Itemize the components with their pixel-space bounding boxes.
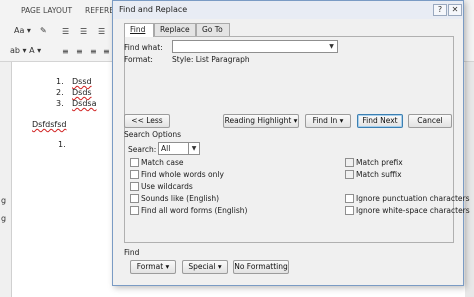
find-what-label: Find what: — [124, 43, 163, 52]
find-what-input[interactable]: ▼ — [172, 40, 338, 53]
tab-replace[interactable]: Replace — [154, 23, 196, 36]
whole-words-checkbox[interactable] — [130, 170, 139, 179]
align-left-icon[interactable]: ≡ — [62, 47, 69, 56]
ruler-glyph: g — [1, 196, 7, 205]
dialog-titlebar[interactable]: Find and Replace ? ✕ — [113, 1, 463, 19]
clear-format-icon[interactable]: ✎ — [40, 26, 47, 35]
ribbon-tab-page-layout[interactable]: PAGE LAYOUT — [21, 6, 72, 15]
document-paragraph[interactable]: Dsfdsfsd — [32, 120, 66, 129]
highlight-icon[interactable]: ab ▾ A ▾ — [10, 46, 41, 55]
search-direction-value: All — [161, 144, 171, 153]
tab-find-label: Find — [130, 25, 146, 34]
list-number: 3. — [56, 99, 64, 108]
justify-icon[interactable]: ≡ — [103, 47, 110, 56]
font-case-icon[interactable]: Aa ▾ — [14, 26, 31, 35]
format-label: Format: — [124, 55, 153, 64]
bullets-icon[interactable]: ☰ — [62, 27, 69, 36]
dialog-title: Find and Replace — [119, 5, 188, 14]
find-section-title: Find — [124, 248, 140, 257]
list-item[interactable]: 3. Dsdsa — [56, 98, 96, 109]
format-value: Style: List Paragraph — [172, 55, 250, 64]
word-forms-label: Find all word forms (English) — [141, 206, 248, 215]
tab-find[interactable]: Find — [124, 23, 154, 37]
list-item[interactable]: 1. Dssd — [56, 76, 96, 87]
tab-goto-label: Go To — [202, 25, 223, 34]
no-formatting-button[interactable]: No Formatting — [233, 260, 289, 274]
empty-list-number[interactable]: 1. — [58, 140, 66, 149]
chevron-down-icon[interactable]: ▼ — [188, 143, 199, 154]
match-suffix-label: Match suffix — [356, 170, 402, 179]
match-suffix-checkbox[interactable] — [345, 170, 354, 179]
cancel-button[interactable]: Cancel — [408, 114, 452, 128]
match-prefix-checkbox[interactable] — [345, 158, 354, 167]
ruler-glyph: g — [1, 214, 7, 223]
special-button[interactable]: Special ▾ — [182, 260, 228, 274]
close-button[interactable]: ✕ — [448, 4, 462, 16]
list-number: 1. — [56, 77, 64, 86]
vertical-ruler: g g — [0, 62, 12, 297]
ignore-whitespace-checkbox[interactable] — [345, 206, 354, 215]
use-wildcards-checkbox[interactable] — [130, 182, 139, 191]
help-button[interactable]: ? — [433, 4, 447, 16]
match-case-checkbox[interactable] — [130, 158, 139, 167]
align-right-icon[interactable]: ≡ — [90, 47, 97, 56]
ignore-punctuation-label: Ignore punctuation characters — [356, 194, 470, 203]
word-forms-checkbox[interactable] — [130, 206, 139, 215]
match-prefix-label: Match prefix — [356, 158, 403, 167]
list-text: Dsdsa — [72, 99, 97, 108]
ignore-whitespace-label: Ignore white-space characters — [356, 206, 470, 215]
search-direction-select[interactable]: All ▼ — [158, 142, 200, 155]
find-in-button[interactable]: Find In ▾ — [305, 114, 351, 128]
sounds-like-checkbox[interactable] — [130, 194, 139, 203]
chevron-down-icon[interactable]: ▼ — [326, 41, 337, 52]
ignore-punctuation-checkbox[interactable] — [345, 194, 354, 203]
align-center-icon[interactable]: ≡ — [76, 47, 83, 56]
sounds-like-label: Sounds like (English) — [141, 194, 220, 203]
tab-goto[interactable]: Go To — [196, 23, 230, 36]
tab-replace-label: Replace — [160, 25, 190, 34]
use-wildcards-label: Use wildcards — [141, 182, 193, 191]
multilevel-list-icon[interactable]: ☰ — [98, 27, 105, 36]
search-options-title: Search Options — [124, 130, 182, 139]
less-button[interactable]: << Less — [124, 114, 170, 128]
numbered-list: 1. Dssd 2. Dsds 3. Dsdsa — [56, 76, 96, 109]
list-number: 2. — [56, 88, 64, 97]
list-text: Dssd — [72, 77, 92, 86]
reading-highlight-button[interactable]: Reading Highlight ▾ — [223, 114, 299, 128]
whole-words-label: Find whole words only — [141, 170, 224, 179]
list-text: Dsds — [72, 88, 92, 97]
format-button[interactable]: Format ▾ — [130, 260, 176, 274]
find-next-button[interactable]: Find Next — [357, 114, 403, 128]
numbering-icon[interactable]: ☰ — [80, 27, 87, 36]
ribbon-tab-references[interactable]: REFERE — [85, 6, 114, 15]
list-item[interactable]: 2. Dsds — [56, 87, 96, 98]
search-label: Search: — [128, 145, 157, 154]
document-scrollbar[interactable] — [465, 62, 474, 297]
match-case-label: Match case — [141, 158, 184, 167]
